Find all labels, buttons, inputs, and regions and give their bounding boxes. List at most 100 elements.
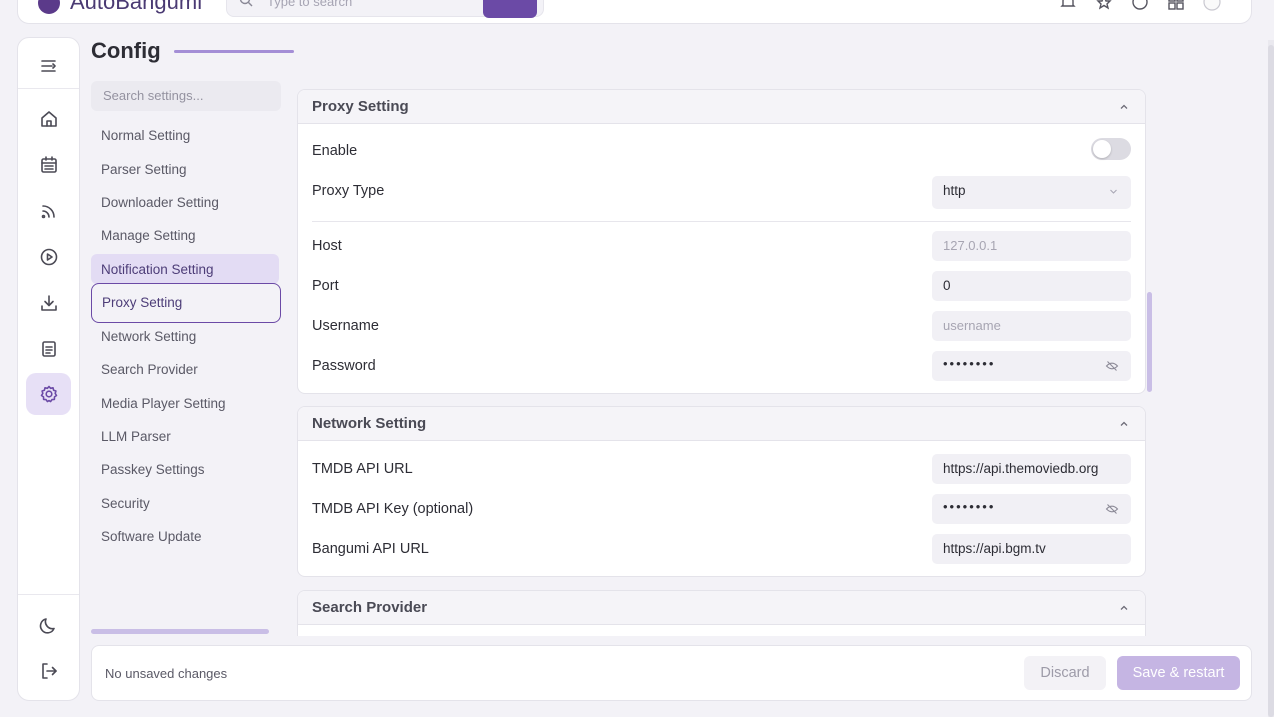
- app-logo: [38, 0, 60, 14]
- password-value: ••••••••: [943, 499, 996, 514]
- chevron-up-icon[interactable]: [1119, 102, 1129, 112]
- bell-icon[interactable]: [1059, 0, 1077, 11]
- theme-toggle-button[interactable]: [26, 604, 71, 646]
- proxy-username-input[interactable]: username: [932, 311, 1131, 341]
- field-label: Bangumi API URL: [312, 541, 429, 557]
- field-label: Proxy Type: [312, 183, 385, 199]
- nav-item-software-update[interactable]: Software Update: [91, 521, 279, 551]
- page-scrollbar-thumb[interactable]: [1268, 45, 1274, 717]
- proxy-type-row: Proxy Type http: [312, 176, 1131, 209]
- nav-item-downloader-setting[interactable]: Downloader Setting: [91, 187, 279, 217]
- nav-downloader-button[interactable]: [26, 282, 71, 324]
- nav-home-button[interactable]: [26, 98, 71, 140]
- moon-icon: [39, 618, 55, 634]
- grid-icon[interactable]: [1167, 0, 1185, 11]
- search-icon: [239, 0, 253, 7]
- proxy-type-select[interactable]: http: [932, 176, 1131, 209]
- tmdb-url-input[interactable]: https://api.themoviedb.org: [932, 454, 1131, 484]
- settings-nav-scrollbar[interactable]: [91, 629, 269, 634]
- proxy-setting-panel: Proxy Setting Enable Proxy Type http Hos…: [297, 89, 1146, 394]
- nav-item-proxy-setting[interactable]: Proxy Setting: [91, 283, 281, 323]
- global-search-button[interactable]: [483, 0, 537, 18]
- info-icon[interactable]: [1131, 0, 1149, 11]
- field-label: Port: [312, 278, 339, 294]
- field-label: TMDB API Key (optional): [312, 501, 474, 517]
- divider: [312, 221, 1131, 222]
- field-label: Host: [312, 238, 342, 254]
- proxy-host-row: Host 127.0.0.1: [312, 231, 1131, 261]
- select-value: http: [943, 183, 966, 198]
- settings-search-input[interactable]: Search settings...: [91, 81, 281, 111]
- logout-icon: [41, 663, 57, 679]
- field-label: Password: [312, 358, 376, 374]
- play-icon: [40, 248, 57, 266]
- menu-collapse-icon: [40, 60, 56, 72]
- panel-title: Search Provider: [312, 599, 428, 616]
- toggle-knob: [1093, 140, 1111, 158]
- page-scrollbar[interactable]: [1268, 40, 1274, 717]
- nav-item-notification-setting[interactable]: Notification Setting: [91, 254, 279, 284]
- nav-item-search-provider[interactable]: Search Provider: [91, 354, 279, 384]
- network-setting-header[interactable]: Network Setting: [298, 407, 1145, 441]
- top-bar: AutoBangumi Type to search: [17, 0, 1252, 24]
- avatar[interactable]: [1203, 0, 1221, 11]
- proxy-port-row: Port 0: [312, 271, 1131, 301]
- title-underline: [174, 50, 294, 53]
- nav-item-media-player-setting[interactable]: Media Player Setting: [91, 388, 279, 418]
- menu-toggle-button[interactable]: [26, 45, 71, 87]
- unsaved-status: No unsaved changes: [105, 666, 228, 681]
- tmdb-key-row: TMDB API Key (optional) ••••••••: [312, 494, 1131, 524]
- app-name: AutoBangumi: [70, 0, 203, 14]
- network-setting-panel: Network Setting TMDB API URL https://api…: [297, 406, 1146, 577]
- nav-item-llm-parser[interactable]: LLM Parser: [91, 421, 279, 451]
- proxy-host-input[interactable]: 127.0.0.1: [932, 231, 1131, 261]
- global-search[interactable]: Type to search: [226, 0, 544, 18]
- global-search-placeholder: Type to search: [267, 0, 353, 9]
- nav-item-parser-setting[interactable]: Parser Setting: [91, 154, 279, 184]
- icon-sidebar: [17, 37, 80, 701]
- nav-item-security[interactable]: Security: [91, 488, 279, 518]
- discard-button[interactable]: Discard: [1024, 656, 1106, 690]
- proxy-enable-toggle[interactable]: [1091, 138, 1131, 160]
- bangumi-url-input[interactable]: https://api.bgm.tv: [932, 534, 1131, 564]
- calendar-icon: [40, 156, 57, 173]
- proxy-password-row: Password ••••••••: [312, 351, 1131, 381]
- eye-off-icon[interactable]: [1105, 359, 1119, 373]
- proxy-password-input[interactable]: ••••••••: [932, 351, 1131, 381]
- panel-title: Proxy Setting: [312, 98, 409, 115]
- logout-button[interactable]: [26, 650, 71, 692]
- log-icon: [41, 341, 56, 357]
- tmdb-key-input[interactable]: ••••••••: [932, 494, 1131, 524]
- bangumi-url-row: Bangumi API URL https://api.bgm.tv: [312, 534, 1131, 564]
- rss-icon: [41, 205, 55, 219]
- top-actions: [1059, 0, 1221, 11]
- nav-item-manage-setting[interactable]: Manage Setting: [91, 220, 279, 250]
- nav-calendar-button[interactable]: [26, 144, 71, 186]
- chevron-up-icon[interactable]: [1119, 603, 1129, 613]
- field-label: TMDB API URL: [312, 461, 413, 477]
- proxy-enable-row: Enable: [312, 136, 1131, 166]
- proxy-port-input[interactable]: 0: [932, 271, 1131, 301]
- page-title: Config: [91, 38, 161, 63]
- nav-item-normal-setting[interactable]: Normal Setting: [91, 120, 279, 150]
- nav-config-button[interactable]: [26, 373, 71, 415]
- tmdb-url-row: TMDB API URL https://api.themoviedb.org: [312, 454, 1131, 484]
- nav-item-network-setting[interactable]: Network Setting: [91, 321, 279, 351]
- gear-icon: [40, 385, 57, 403]
- nav-log-button[interactable]: [26, 328, 71, 370]
- nav-item-passkey-settings[interactable]: Passkey Settings: [91, 454, 279, 484]
- search-provider-header[interactable]: Search Provider: [298, 591, 1145, 625]
- chevron-down-icon: [1110, 189, 1117, 194]
- chevron-up-icon[interactable]: [1119, 419, 1129, 429]
- home-icon: [40, 111, 57, 127]
- nav-rss-button[interactable]: [26, 190, 71, 232]
- star-icon[interactable]: [1095, 0, 1113, 11]
- content-scrollbar[interactable]: [1147, 292, 1152, 392]
- nav-player-button[interactable]: [26, 236, 71, 278]
- download-icon: [40, 295, 57, 311]
- proxy-setting-header[interactable]: Proxy Setting: [298, 90, 1145, 124]
- proxy-username-row: Username username: [312, 311, 1131, 341]
- eye-off-icon[interactable]: [1105, 502, 1119, 516]
- password-value: ••••••••: [943, 356, 996, 371]
- save-restart-button[interactable]: Save & restart: [1117, 656, 1240, 690]
